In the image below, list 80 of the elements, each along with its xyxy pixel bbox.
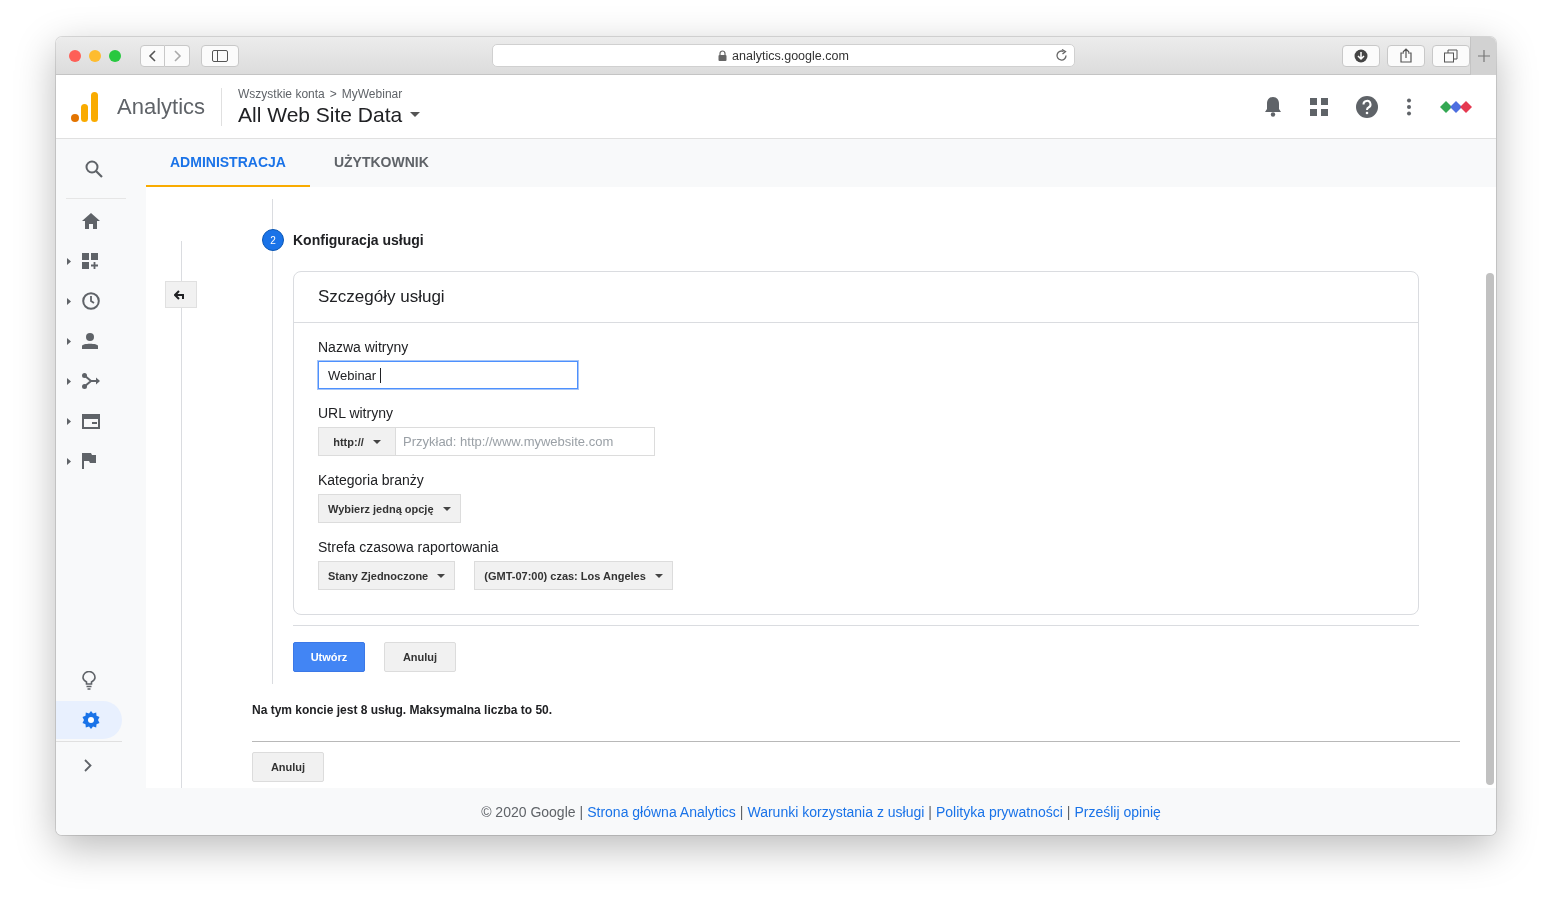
scrollbar-thumb[interactable] — [1486, 273, 1494, 785]
download-icon — [1354, 48, 1369, 63]
footer-link[interactable]: Warunki korzystania z usługi — [747, 803, 925, 820]
dropdown[interactable]: (GMT-07:00) czas: Los Angeles — [474, 561, 673, 590]
footer-link[interactable]: Polityka prywatności — [936, 803, 1063, 820]
footer-link[interactable]: Prześlij opinię — [1074, 803, 1161, 820]
field-label: Kategoria branży — [318, 472, 424, 488]
flag-icon — [82, 453, 96, 469]
card-title: Szczegóły usługi — [318, 287, 445, 307]
caret-icon — [442, 506, 451, 511]
chevron-left-icon — [147, 48, 158, 63]
dropdown[interactable]: Stany Zjednoczone — [318, 561, 456, 590]
footer-link[interactable]: Strona główna Analytics — [587, 803, 736, 820]
caret-icon — [372, 439, 381, 444]
home-icon — [82, 213, 100, 229]
reload-icon[interactable] — [1055, 49, 1069, 62]
breadcrumb-link[interactable]: MyWebinar — [341, 86, 403, 101]
breadcrumb-link[interactable]: Wszystkie konta — [238, 86, 325, 101]
share-button[interactable] — [1387, 44, 1426, 67]
expand-triangle-icon — [67, 457, 71, 465]
caret-icon — [654, 573, 663, 578]
field-label: Nazwa witryny — [318, 339, 409, 355]
expand-triangle-icon — [67, 417, 71, 425]
tabs-button[interactable] — [1432, 44, 1471, 67]
apps-grid-icon[interactable] — [1310, 97, 1328, 116]
expand-triangle-icon — [67, 337, 71, 345]
chevron-right-icon — [84, 758, 92, 772]
dropdown[interactable]: Wybierz jedną opcję — [318, 494, 461, 523]
protocol-dropdown[interactable]: http:// — [318, 427, 396, 456]
admin-settings-button[interactable] — [56, 701, 122, 739]
expand-triangle-icon — [67, 297, 71, 305]
cancel-button[interactable]: Anuluj — [384, 642, 456, 672]
property-count-note: Na tym koncie jest 8 usług. Maksymalna liczba to 50. — [252, 703, 553, 717]
product-name: Analytics — [117, 93, 206, 120]
account-logo-icon[interactable] — [1440, 99, 1472, 114]
sidebar-icon — [211, 49, 228, 62]
tab[interactable]: ADMINISTRACJA — [146, 139, 310, 187]
tabs-icon — [1444, 48, 1459, 63]
bell-icon[interactable] — [1264, 96, 1282, 117]
breadcrumb-separator: > — [329, 86, 337, 101]
view-selector[interactable]: All Web Site Data — [238, 102, 421, 127]
back-button[interactable] — [165, 281, 197, 308]
cancel-button[interactable]: Anuluj — [252, 752, 324, 782]
dashboard-grid-icon — [82, 252, 99, 270]
close-button[interactable] — [69, 49, 81, 62]
plus-icon — [1477, 49, 1490, 62]
lightbulb-icon — [82, 670, 96, 690]
copyright-text: © 2020 Google — [481, 803, 576, 820]
download-button[interactable] — [1342, 44, 1381, 67]
expand-triangle-icon — [67, 257, 71, 265]
input-field[interactable]: Webinar — [318, 361, 578, 389]
browser-window-icon — [82, 413, 100, 429]
url-input-field[interactable]: Przykład: http://www.mywebsite.com — [396, 427, 655, 456]
sidebar-toggle-button[interactable] — [201, 44, 239, 67]
fork-arrows-icon — [82, 373, 100, 389]
url-text: analytics.google.com — [732, 48, 849, 63]
footer-separator: | — [579, 803, 584, 820]
tab[interactable]: UŻYTKOWNIK — [309, 139, 453, 187]
address-bar[interactable]: analytics.google.com — [491, 44, 1076, 67]
more-vertical-icon[interactable] — [1406, 97, 1412, 116]
footer-separator: | — [928, 803, 932, 820]
field-label: URL witryny — [318, 405, 393, 421]
clock-icon — [82, 292, 100, 310]
footer-separator: | — [739, 803, 744, 820]
expand-triangle-icon — [67, 377, 71, 385]
person-icon — [82, 333, 98, 349]
search-icon[interactable] — [85, 159, 103, 178]
field-label: Strefa czasowa raportowania — [318, 539, 499, 555]
share-icon — [1400, 48, 1413, 63]
step-number: 2 — [262, 229, 284, 251]
create-button[interactable]: Utwórz — [293, 642, 365, 672]
lock-icon — [718, 50, 728, 61]
chevron-right-icon — [172, 48, 182, 63]
caret-icon — [410, 112, 421, 117]
help-icon[interactable] — [1356, 95, 1378, 118]
caret-icon — [437, 573, 446, 578]
footer-separator: | — [1066, 803, 1071, 820]
gear-icon — [82, 711, 100, 729]
step-title: Konfiguracja usługi — [293, 232, 424, 248]
bar-chart-logo-icon — [71, 90, 99, 123]
